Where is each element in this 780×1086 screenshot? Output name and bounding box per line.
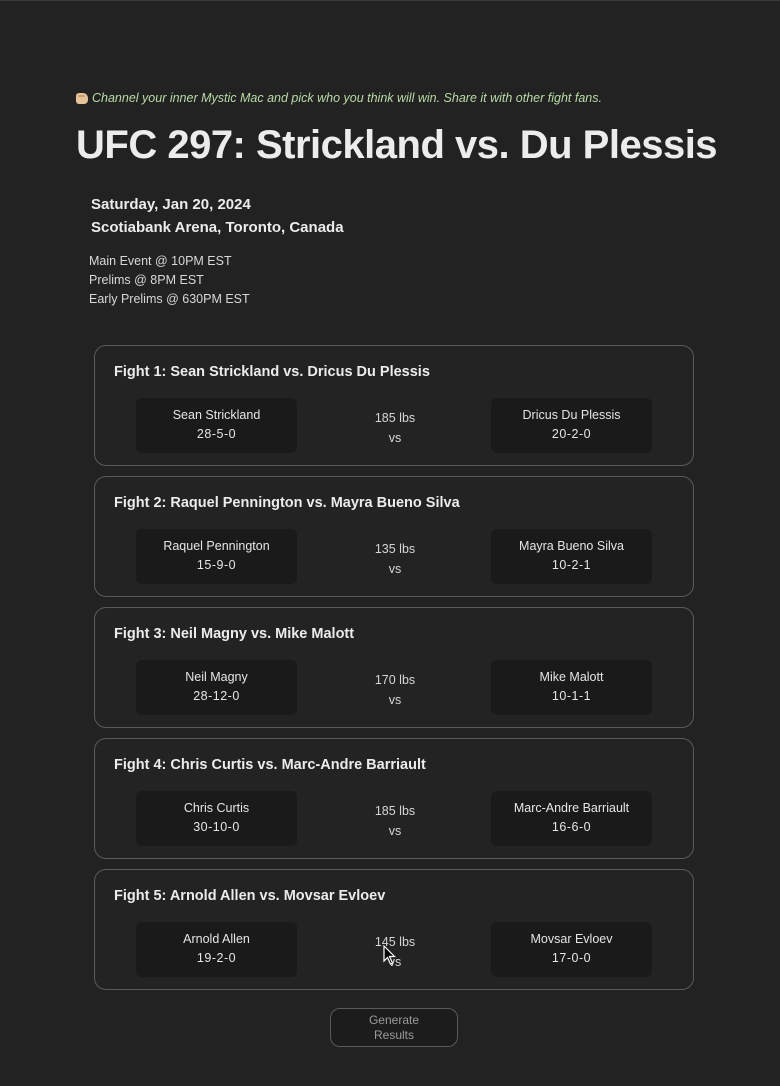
fighter-name: Neil Magny [185,670,248,684]
vs-label: vs [388,824,402,838]
fighter-name: Movsar Evloev [530,932,613,946]
vs-label: vs [388,562,402,576]
fighter-record: 10-1-1 [551,689,592,703]
mouse-cursor-icon [383,945,396,965]
fighter-name: Mayra Bueno Silva [519,539,624,553]
fighter-pick-button[interactable]: Chris Curtis 30-10-0 [136,791,297,846]
fighter-pick-button[interactable]: Mike Malott 10-1-1 [491,660,652,715]
tagline: Channel your inner Mystic Mac and pick w… [76,91,602,105]
fighter-record: 10-2-1 [551,558,592,572]
fighter-name: Sean Strickland [172,408,261,422]
fighter-record: 17-0-0 [551,951,592,965]
weight-class: 185 lbs [374,804,416,818]
fight-card: Fight 2: Raquel Pennington vs. Mayra Bue… [94,476,694,597]
fight-info: 135 lbs vs [345,539,445,579]
fighter-pick-button[interactable]: Mayra Bueno Silva 10-2-1 [491,529,652,584]
fighter-record: 16-6-0 [551,820,592,834]
fighter-record: 20-2-0 [551,427,592,441]
fighter-pick-button[interactable]: Neil Magny 28-12-0 [136,660,297,715]
fight-card: Fight 5: Arnold Allen vs. Movsar Evloev … [94,869,694,990]
weight-class: 185 lbs [374,411,416,425]
fighter-record: 30-10-0 [193,820,240,834]
fighter-name: Chris Curtis [183,801,250,815]
vs-label: vs [388,693,402,707]
fight-info: 170 lbs vs [345,670,445,710]
fighter-name: Arnold Allen [183,932,250,946]
fight-card: Fight 3: Neil Magny vs. Mike Malott Neil… [94,607,694,728]
fighter-pick-button[interactable]: Marc-Andre Barriault 16-6-0 [491,791,652,846]
weight-class: 170 lbs [374,673,416,687]
page-title: UFC 297: Strickland vs. Du Plessis [76,123,718,167]
fight-card: Fight 1: Sean Strickland vs. Dricus Du P… [94,345,694,466]
fighter-record: 19-2-0 [196,951,237,965]
fight-list: Fight 1: Sean Strickland vs. Dricus Du P… [94,345,694,1000]
event-meta: Saturday, Jan 20, 2024 Scotiabank Arena,… [91,193,344,239]
fight-info: 185 lbs vs [345,801,445,841]
event-times: Main Event @ 10PM EST Prelims @ 8PM EST … [89,252,250,309]
fighter-pick-button[interactable]: Movsar Evloev 17-0-0 [491,922,652,977]
fighter-record: 28-5-0 [196,427,237,441]
fighter-pick-button[interactable]: Sean Strickland 28-5-0 [136,398,297,453]
fight-title: Fight 4: Chris Curtis vs. Marc-Andre Bar… [114,757,426,773]
fighter-record: 28-12-0 [193,689,240,703]
main-event-time: Main Event @ 10PM EST [89,254,232,268]
early-prelims-time: Early Prelims @ 630PM EST [89,292,250,306]
fight-info: 185 lbs vs [345,408,445,448]
prelims-time: Prelims @ 8PM EST [89,273,204,287]
page: Channel your inner Mystic Mac and pick w… [0,0,780,1086]
fighter-name: Raquel Pennington [163,539,270,553]
fighter-pick-button[interactable]: Arnold Allen 19-2-0 [136,922,297,977]
generate-results-button[interactable]: Generate Results [330,1008,458,1047]
tagline-text: Channel your inner Mystic Mac and pick w… [92,91,602,105]
fight-title: Fight 3: Neil Magny vs. Mike Malott [114,626,355,642]
fighter-pick-button[interactable]: Dricus Du Plessis 20-2-0 [491,398,652,453]
fighter-record: 15-9-0 [196,558,237,572]
fight-title: Fight 5: Arnold Allen vs. Movsar Evloev [114,888,386,904]
fighter-name: Dricus Du Plessis [522,408,621,422]
event-venue: Scotiabank Arena, Toronto, Canada [91,219,344,236]
fighter-pick-button[interactable]: Raquel Pennington 15-9-0 [136,529,297,584]
fight-title: Fight 2: Raquel Pennington vs. Mayra Bue… [114,495,460,511]
fist-bump-icon [76,92,88,104]
weight-class: 135 lbs [374,542,416,556]
event-date: Saturday, Jan 20, 2024 [91,196,251,213]
fight-title: Fight 1: Sean Strickland vs. Dricus Du P… [114,364,430,380]
fighter-name: Marc-Andre Barriault [513,801,630,815]
vs-label: vs [388,431,402,445]
fight-card: Fight 4: Chris Curtis vs. Marc-Andre Bar… [94,738,694,859]
fighter-name: Mike Malott [539,670,604,684]
